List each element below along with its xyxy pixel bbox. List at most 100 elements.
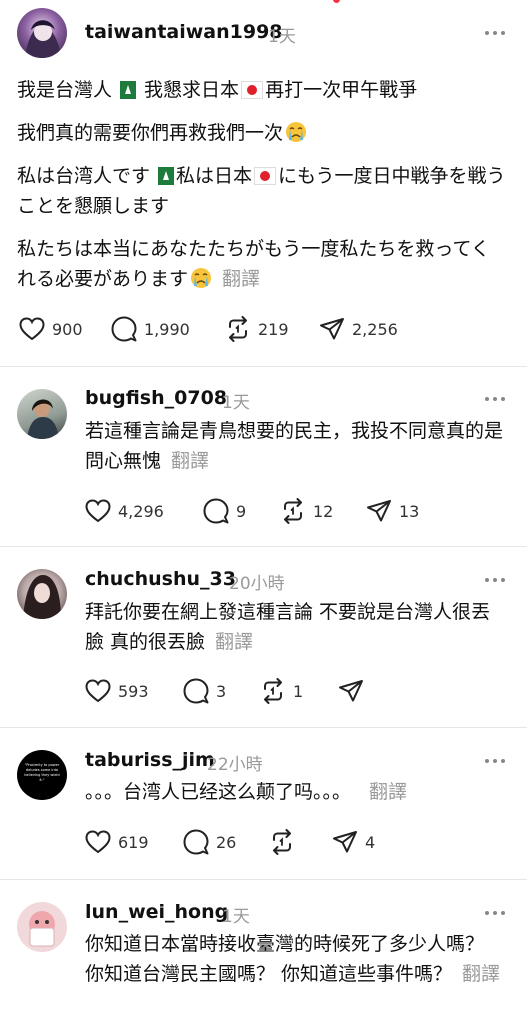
post-body: 。。。台湾人已经这么颠了吗。。。 翻譯 [85,777,505,807]
share-icon [333,831,357,853]
username[interactable]: bugfish_0708 [85,387,227,409]
translate-link[interactable]: 翻譯 [462,963,500,985]
heart-icon [19,317,45,341]
post-line: 我們真的需要你們再救我們一次 [17,118,507,148]
username[interactable]: taburiss_jim [85,749,215,771]
like-button[interactable]: 4,296 [85,499,203,523]
japan-flag-icon [254,167,277,185]
like-count: 619 [118,832,149,852]
post-time: 1天 [222,907,250,927]
comment-button[interactable]: 3 [183,678,260,704]
comment-button[interactable]: 9 [203,498,280,524]
repost-button[interactable]: 1 [260,678,338,704]
username[interactable]: chuchushu_33 [85,568,236,590]
more-icon[interactable] [485,577,505,583]
heart-icon [85,830,111,854]
avatar-illustration [29,911,55,947]
reply-post: "Proximity to power deludes some into be… [0,728,527,879]
post-time: 1天 [222,393,250,413]
avatar-illustration [25,20,61,58]
reply-text: 若這種言論是青鳥想要的民主，我投不同意真的是問心無愧 [85,420,504,472]
reply-text: 。。。台湾人已经这么颠了吗。。。 [85,781,352,803]
post-body: 我是台灣人 我懇求日本 再打一次甲午戰爭 我們真的需要你們再救我們一次 私は台湾人… [17,75,507,294]
main-post: taiwantaiwan1998 1天 我是台灣人 我懇求日本 再打一次甲午戰爭 … [0,0,527,366]
reply-text: 拜託你要在網上發這種言論 不要說是台灣人很丟臉 真的很丟臉 [85,601,491,653]
translate-link[interactable]: 翻譯 [369,781,407,803]
share-button[interactable]: 2,256 [319,317,398,341]
repost-icon [229,316,247,342]
username[interactable]: lun_wei_hong [85,901,228,923]
post-body: 拜託你要在網上發這種言論 不要說是台灣人很丟臉 真的很丟臉 翻譯 [85,597,500,657]
like-count: 593 [118,681,149,701]
avatar[interactable] [17,902,67,952]
post-time: 1天 [268,27,296,47]
crying-face-icon [286,122,307,142]
repost-count: 12 [313,501,334,521]
more-icon[interactable] [485,758,505,764]
username[interactable]: taiwantaiwan1998 [85,21,283,43]
avatar-photo [23,575,61,619]
heart-icon [85,679,111,703]
share-button[interactable] [338,679,364,703]
repost-button[interactable]: 219 [225,316,319,342]
avatar[interactable] [17,389,67,439]
repost-button[interactable] [269,829,332,855]
avatar[interactable]: "Proximity to power deludes some into be… [17,750,67,800]
comment-count: 3 [216,681,227,701]
translate-link[interactable]: 翻譯 [222,268,260,290]
more-icon[interactable] [485,910,505,916]
like-count: 900 [52,319,83,339]
comment-icon [183,678,209,704]
repost-icon [284,498,302,524]
share-icon [367,500,391,522]
reply-text: 你知道日本當時接收臺灣的時候死了多少人嗎？ 你知道台灣民主國嗎？ 你知道這些事件… [85,933,485,985]
avatar[interactable] [17,8,67,58]
like-button[interactable]: 619 [85,830,183,854]
avatar-photo [27,399,59,439]
comment-count: 1,990 [144,319,190,339]
comment-icon [111,316,137,342]
comment-count: 26 [216,832,237,852]
post-body: 若這種言論是青鳥想要的民主，我投不同意真的是問心無愧 翻譯 [85,416,510,476]
post-time: 20小時 [229,574,285,594]
more-icon[interactable] [485,396,505,402]
action-bar: 4,296 9 12 13 [85,498,419,524]
share-icon [339,680,363,702]
share-button[interactable]: 4 [332,830,375,854]
like-button[interactable]: 593 [85,679,183,703]
comment-icon [203,498,229,524]
japan-flag-icon [241,81,264,99]
post-line: 我是台灣人 我懇求日本 再打一次甲午戰爭 [17,79,418,101]
reply-post: bugfish_0708 1天 若這種言論是青鳥想要的民主，我投不同意真的是問心… [0,367,527,546]
comment-icon [183,829,209,855]
reply-post: lun_wei_hong 1天 你知道日本當時接收臺灣的時候死了多少人嗎？ 你知… [0,880,527,1020]
share-count: 4 [365,832,376,852]
translate-link[interactable]: 翻譯 [171,450,209,472]
like-button[interactable]: 900 [19,317,111,341]
heart-icon [85,499,111,523]
reply-post: chuchushu_33 20小時 拜託你要在網上發這種言論 不要說是台灣人很丟… [0,547,527,727]
green-flag-icon [114,81,137,99]
share-count: 2,256 [352,319,398,339]
share-icon [320,318,344,340]
repost-icon [264,678,282,704]
repost-count: 1 [293,681,304,701]
post-line: 私は台湾人です 私は日本 にもう一度日中戦争を戦うことを懇願します [17,165,506,217]
action-bar: 593 3 1 [85,678,364,704]
post-time: 22小時 [207,755,263,775]
repost-count: 219 [258,319,289,339]
comment-button[interactable]: 26 [183,829,269,855]
like-count: 4,296 [118,501,164,521]
avatar[interactable] [17,569,67,619]
green-flag-icon [152,167,175,185]
share-button[interactable]: 13 [366,499,419,523]
comment-button[interactable]: 1,990 [111,316,225,342]
translate-link[interactable]: 翻譯 [215,631,253,653]
repost-icon [273,829,291,855]
comment-count: 9 [236,501,247,521]
repost-button[interactable]: 12 [280,498,366,524]
action-bar: 900 1,990 219 2,256 [19,316,398,342]
more-icon[interactable] [485,30,505,36]
post-body: 你知道日本當時接收臺灣的時候死了多少人嗎？ 你知道台灣民主國嗎？ 你知道這些事件… [85,929,505,989]
action-bar: 619 26 4 [85,829,375,855]
